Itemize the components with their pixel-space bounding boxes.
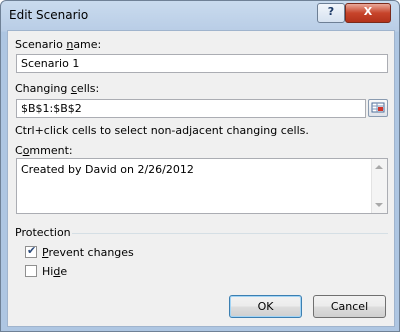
comment-text: Created by David on 2/26/2012 xyxy=(21,163,194,176)
hide-checkbox[interactable] xyxy=(25,265,37,277)
range-select-button[interactable] xyxy=(368,99,388,117)
range-select-icon xyxy=(371,102,385,113)
comment-textarea[interactable]: Created by David on 2/26/2012 xyxy=(16,158,388,214)
prevent-changes-label[interactable]: Prevent changes xyxy=(42,246,134,259)
comment-label: Comment: xyxy=(15,144,73,157)
scroll-up-arrow-icon[interactable] xyxy=(375,165,383,169)
help-button[interactable]: ? xyxy=(317,3,345,23)
dialog-body: Scenario name: Scenario 1 Changing cells… xyxy=(7,30,395,327)
title-bar[interactable]: Edit Scenario ? X xyxy=(1,1,399,29)
changing-cells-hint: Ctrl+click cells to select non-adjacent … xyxy=(15,124,309,137)
cancel-button[interactable]: Cancel xyxy=(313,295,386,318)
close-button[interactable]: X xyxy=(345,3,391,23)
changing-cells-label: Changing cells: xyxy=(15,82,100,95)
scroll-down-arrow-icon[interactable] xyxy=(375,203,383,207)
scenario-name-label: Scenario name: xyxy=(15,38,102,51)
hide-label[interactable]: Hide xyxy=(42,265,67,278)
scenario-name-input[interactable]: Scenario 1 xyxy=(16,54,388,73)
dialog-title: Edit Scenario xyxy=(9,8,89,22)
checkmark-icon: ✔ xyxy=(27,244,37,257)
ok-button[interactable]: OK xyxy=(229,295,302,318)
protection-divider xyxy=(72,233,388,234)
prevent-changes-checkbox[interactable]: ✔ xyxy=(25,244,37,258)
comment-scrollbar[interactable] xyxy=(371,159,387,213)
edit-scenario-dialog: Edit Scenario ? X Scenario name: Scenari… xyxy=(0,0,400,332)
protection-heading: Protection xyxy=(15,226,71,239)
changing-cells-input[interactable]: $B$1:$B$2 xyxy=(16,99,366,118)
